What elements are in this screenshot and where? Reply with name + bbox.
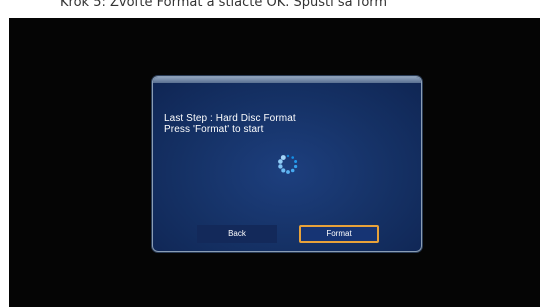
spinner-dot [280, 155, 286, 160]
dialog-step-title: Last Step : Hard Disc Format [164, 113, 296, 124]
format-button[interactable]: Format [299, 225, 379, 243]
spinner-dot [294, 160, 298, 164]
spinner-dot [281, 168, 286, 173]
instruction-caption: Krok 5: Zvoľte Format a stlačte OK. Spus… [0, 0, 546, 18]
spinner-dot [290, 168, 295, 173]
format-dialog: Last Step : Hard Disc Format Press 'Form… [152, 76, 422, 252]
spinner-dot [293, 164, 298, 169]
dialog-instruction: Press 'Format' to start [164, 124, 264, 135]
back-button[interactable]: Back [197, 225, 277, 243]
dialog-title-bar [153, 77, 421, 83]
spinner-dot [286, 154, 290, 158]
caption-text: Krok 5: Zvoľte Format a stlačte OK. Spus… [60, 0, 388, 10]
loading-spinner-icon [278, 154, 298, 174]
spinner-dot [291, 156, 295, 159]
spinner-dot [278, 159, 283, 164]
spinner-dot [286, 170, 290, 174]
tv-screen: Last Step : Hard Disc Format Press 'Form… [9, 18, 540, 307]
spinner-dot [278, 164, 283, 169]
